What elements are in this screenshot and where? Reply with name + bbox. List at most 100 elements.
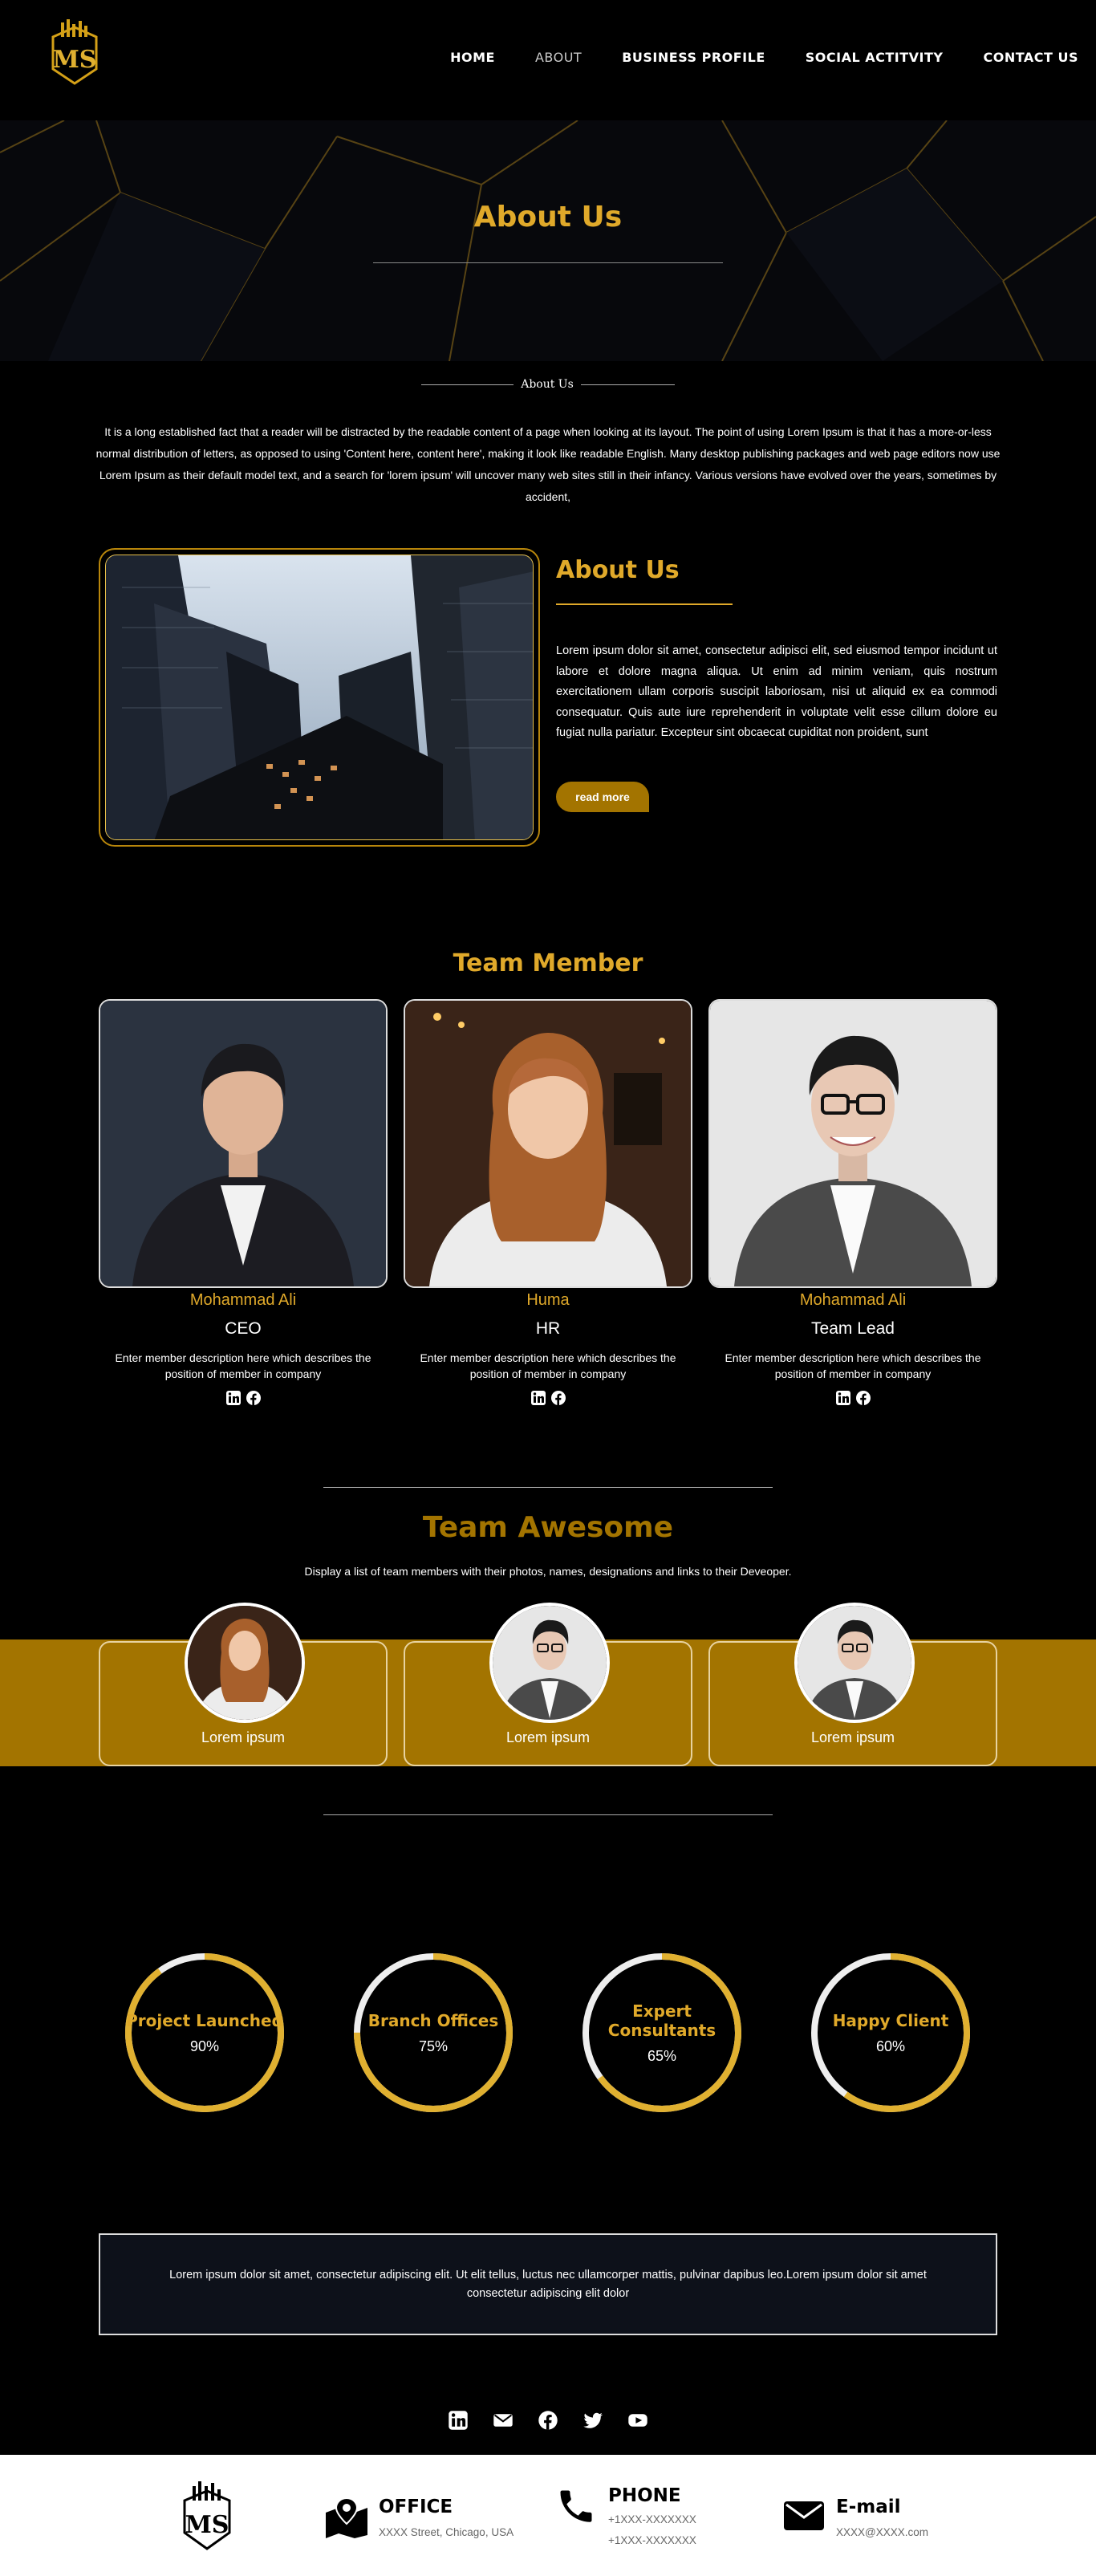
title-divider bbox=[373, 262, 723, 263]
linkedin-icon[interactable] bbox=[448, 2410, 469, 2431]
section-divider bbox=[323, 1487, 773, 1488]
linkedin-icon[interactable] bbox=[225, 1390, 242, 1406]
linkedin-icon[interactable] bbox=[530, 1390, 546, 1406]
member-description: Enter member description here which desc… bbox=[725, 1351, 981, 1380]
about-title-underline bbox=[556, 603, 733, 605]
counter-value: 90% bbox=[189, 2038, 220, 2054]
quote-section: Lorem ipsum dolor sit amet, consectetur … bbox=[0, 2233, 1096, 2386]
counter-value: 65% bbox=[647, 2047, 677, 2064]
awesome-card-label: Lorem ipsum bbox=[201, 1729, 286, 1745]
geometric-background bbox=[0, 120, 1096, 361]
quote-box: Lorem ipsum dolor sit amet, consectetur … bbox=[99, 2233, 997, 2335]
footer-phone-1[interactable]: +1XXX-XXXXXXX bbox=[608, 2509, 696, 2530]
team-card: Mohammad Ali Team Lead Enter member desc… bbox=[708, 999, 997, 1406]
footer-phone-2[interactable]: +1XXX-XXXXXXX bbox=[608, 2530, 696, 2551]
svg-text:MS: MS bbox=[185, 2511, 229, 2539]
company-logo[interactable]: MS bbox=[47, 19, 103, 91]
member-role: HR bbox=[535, 1319, 561, 1338]
read-more-button[interactable]: read more bbox=[556, 782, 649, 812]
awesome-card-label: Lorem ipsum bbox=[810, 1729, 895, 1745]
member-social-links bbox=[99, 1390, 388, 1406]
counter-title: Happy Client bbox=[832, 2010, 949, 2030]
intro-heading-row: About Us bbox=[0, 361, 1096, 409]
twitter-icon[interactable] bbox=[583, 2410, 603, 2431]
awesome-card[interactable]: Lorem ipsum bbox=[708, 1603, 997, 1766]
linkedin-icon[interactable] bbox=[835, 1390, 851, 1406]
map-pin-icon bbox=[326, 2497, 367, 2538]
footer-email-address[interactable]: XXXX@XXXX.com bbox=[836, 2522, 928, 2543]
footer-email-title: E-mail bbox=[836, 2497, 901, 2517]
member-social-links bbox=[708, 1390, 997, 1406]
awesome-avatar bbox=[794, 1603, 915, 1723]
awesome-card[interactable]: Lorem ipsum bbox=[404, 1603, 692, 1766]
facebook-icon[interactable] bbox=[550, 1390, 566, 1406]
footer-office-title: OFFICE bbox=[379, 2497, 453, 2517]
member-name: Mohammad Ali bbox=[189, 1291, 297, 1309]
counter-happy-client: Happy Client 60% bbox=[810, 1952, 971, 2113]
divider-left bbox=[421, 384, 513, 385]
member-role: Team Lead bbox=[811, 1319, 895, 1338]
member-role: CEO bbox=[225, 1319, 262, 1338]
team-awesome-subtitle: Display a list of team members with thei… bbox=[304, 1565, 792, 1578]
social-links-row bbox=[0, 2386, 1096, 2455]
intro-paragraph: It is a long established fact that a rea… bbox=[95, 425, 1001, 503]
intro-heading: About Us bbox=[521, 378, 574, 391]
awesome-avatar bbox=[185, 1603, 305, 1723]
building-image bbox=[105, 555, 534, 840]
about-intro: About Us It is a long established fact t… bbox=[0, 361, 1096, 508]
nav-home[interactable]: HOME bbox=[450, 50, 495, 65]
counters-section: Project Launched 90% Branch Offices 75% … bbox=[0, 1920, 1096, 2233]
footer-phone: PHONE +1XXX-XXXXXXX +1XXX-XXXXXXX bbox=[555, 2485, 696, 2551]
team-title: Team Member bbox=[453, 949, 643, 977]
svg-text:MS: MS bbox=[53, 46, 97, 74]
footer-email: E-mail XXXX@XXXX.com bbox=[783, 2497, 928, 2543]
about-title: About Us bbox=[556, 556, 680, 584]
team-awesome-section: Team Awesome Display a list of team memb… bbox=[0, 1487, 1096, 1920]
counter-project-launched: Project Launched 90% bbox=[124, 1952, 285, 2113]
footer-logo[interactable]: MS bbox=[178, 2481, 236, 2554]
facebook-icon[interactable] bbox=[246, 1390, 262, 1406]
facebook-icon[interactable] bbox=[538, 2410, 558, 2431]
team-card: Mohammad Ali CEO Enter member descriptio… bbox=[99, 999, 388, 1406]
footer-office: OFFICE XXXX Street, Chicago, USA bbox=[324, 2497, 513, 2543]
member-photo bbox=[99, 999, 388, 1288]
footer-phone-title: PHONE bbox=[608, 2485, 681, 2506]
counter-branch-offices: Branch Offices 75% bbox=[353, 1952, 513, 2113]
awesome-card-label: Lorem ipsum bbox=[505, 1729, 591, 1745]
awesome-card[interactable]: Lorem ipsum bbox=[99, 1603, 388, 1766]
phone-icon bbox=[560, 2490, 592, 2522]
member-photo bbox=[404, 999, 692, 1288]
divider-right bbox=[581, 384, 675, 385]
counter-expert-consultants: Expert Consultants 65% bbox=[582, 1952, 742, 2113]
hero-banner: About Us bbox=[0, 120, 1096, 361]
building-image-frame bbox=[99, 548, 540, 847]
youtube-icon[interactable] bbox=[627, 2410, 648, 2431]
member-social-links bbox=[404, 1390, 692, 1406]
nav-contact-us[interactable]: CONTACT US bbox=[983, 50, 1078, 65]
about-section: About Us Lorem ipsum dolor sit amet, con… bbox=[0, 508, 1096, 925]
envelope-icon bbox=[784, 2501, 824, 2530]
footer: MS OFFICE XXXX Street, Chicago, USA PHON… bbox=[0, 2455, 1096, 2576]
counter-title: Branch Offices bbox=[367, 2010, 499, 2030]
counter-title: Expert Consultants bbox=[607, 2001, 716, 2040]
counter-title: Project Launched bbox=[126, 2010, 283, 2030]
member-photo bbox=[708, 999, 997, 1288]
nav-business-profile[interactable]: BUSINESS PROFILE bbox=[622, 50, 765, 65]
member-name: Mohammad Ali bbox=[799, 1291, 907, 1309]
facebook-icon[interactable] bbox=[855, 1390, 871, 1406]
counter-value: 60% bbox=[875, 2038, 906, 2054]
nav-social-activity[interactable]: SOCIAL ACTITVITY bbox=[806, 50, 944, 65]
awesome-avatar bbox=[489, 1603, 610, 1723]
member-description: Enter member description here which desc… bbox=[420, 1351, 676, 1380]
nav-about[interactable]: ABOUT bbox=[535, 50, 582, 65]
main-menu: HOME ABOUT BUSINESS PROFILE SOCIAL ACTIT… bbox=[410, 50, 1078, 65]
top-navigation: MS HOME ABOUT BUSINESS PROFILE SOCIAL AC… bbox=[0, 0, 1096, 120]
team-card: Huma HR Enter member description here wh… bbox=[404, 999, 692, 1406]
about-paragraph: Lorem ipsum dolor sit amet, consectetur … bbox=[556, 644, 997, 739]
envelope-icon[interactable] bbox=[493, 2410, 513, 2431]
footer-office-address: XXXX Street, Chicago, USA bbox=[379, 2526, 514, 2538]
team-member-section: Team Member Mohammad Ali CEO Enter membe… bbox=[0, 925, 1096, 1487]
page-title: About Us bbox=[473, 201, 623, 234]
section-divider bbox=[323, 1814, 773, 1815]
member-name: Huma bbox=[526, 1291, 570, 1309]
